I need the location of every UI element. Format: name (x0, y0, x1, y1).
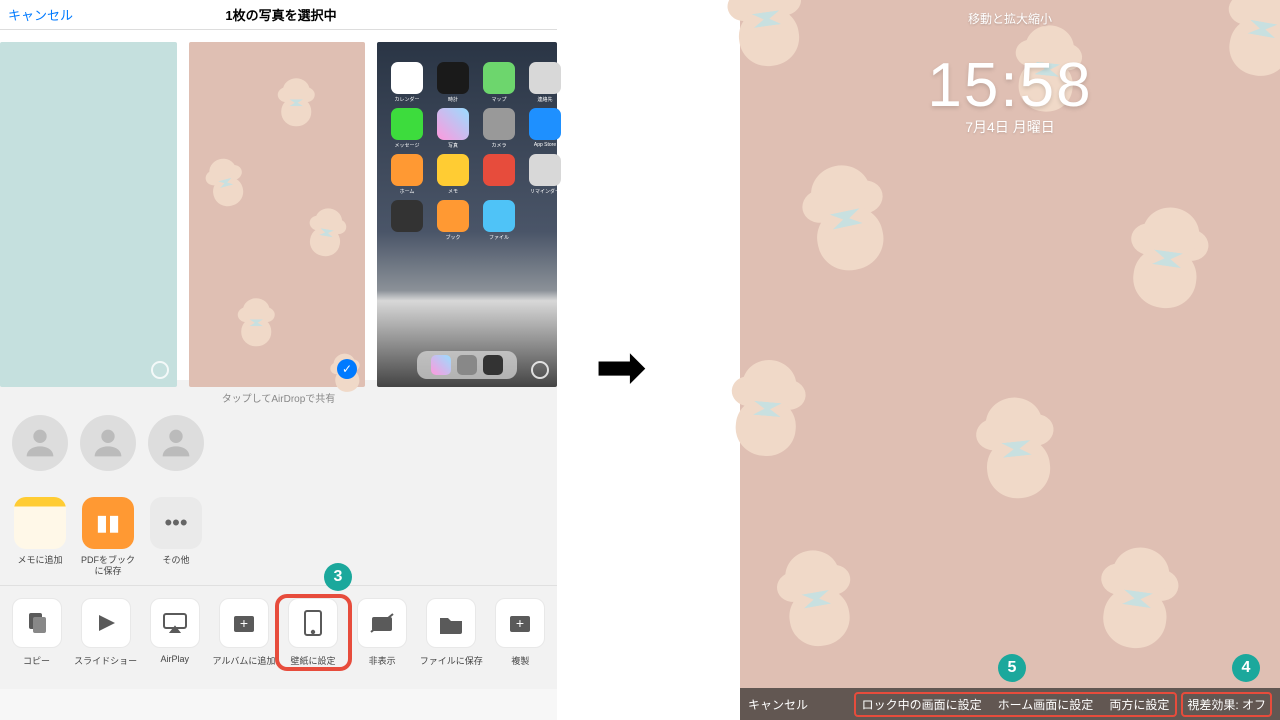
check-icon: ✓ (337, 359, 357, 379)
app-books[interactable]: ▮▮PDFをブックに保存 (80, 497, 136, 577)
thumb-2[interactable]: ✓ (189, 42, 366, 387)
action-hide[interactable]: 非表示 (348, 598, 417, 667)
airdrop-avatar[interactable] (12, 415, 68, 471)
app-notes[interactable]: メモに追加 (12, 497, 68, 577)
action-save-files[interactable]: ファイルに保存 (417, 598, 486, 667)
svg-text:+: + (240, 615, 248, 631)
action-wallpaper[interactable]: 壁紙に設定 (275, 594, 352, 671)
airdrop-avatar[interactable] (80, 415, 136, 471)
set-lock-button[interactable]: ロック中の画面に設定 (862, 696, 982, 713)
photo-thumbnails: ✓ カレンダー 時計 マップ 連絡先 メッセージ 写真 カメラ App Stor… (0, 30, 557, 380)
action-add-album[interactable]: +アルバムに追加 (209, 598, 278, 667)
action-copy[interactable]: コピー (2, 598, 71, 667)
lock-time: 15:58 (740, 50, 1280, 121)
header-title: 1枚の写真を選択中 (13, 5, 549, 24)
set-both-button[interactable]: 両方に設定 (1109, 696, 1169, 713)
airdrop-avatar[interactable] (148, 415, 204, 471)
thumb-1[interactable] (0, 42, 177, 387)
badge-5: 5 (998, 654, 1026, 682)
badge-3: 3 (324, 563, 352, 591)
badge-4: 4 (1232, 654, 1260, 682)
arrow-icon: ➡ (595, 330, 647, 403)
set-home-button[interactable]: ホーム画面に設定 (998, 696, 1094, 713)
airdrop-label: タップしてAirDropで共有 (0, 390, 557, 405)
parallax-toggle[interactable]: 視差効果: オフ (1187, 698, 1266, 712)
preview-title: 移動と拡大縮小 (740, 10, 1280, 27)
app-more[interactable]: •••その他 (148, 497, 204, 577)
action-slideshow[interactable]: スライドショー (71, 598, 140, 667)
wallpaper-preview[interactable]: 移動と拡大縮小 15:58 7月4日 月曜日 5 4 キャンセル ロック中の画面… (740, 0, 1280, 720)
action-airplay[interactable]: AirPlay (140, 598, 209, 667)
svg-text:+: + (516, 615, 524, 631)
action-duplicate[interactable]: +複製 (486, 598, 555, 667)
thumb-3[interactable]: カレンダー 時計 マップ 連絡先 メッセージ 写真 カメラ App Store … (377, 42, 557, 387)
cancel-button[interactable]: キャンセル (748, 696, 808, 713)
lock-date: 7月4日 月曜日 (740, 117, 1280, 137)
